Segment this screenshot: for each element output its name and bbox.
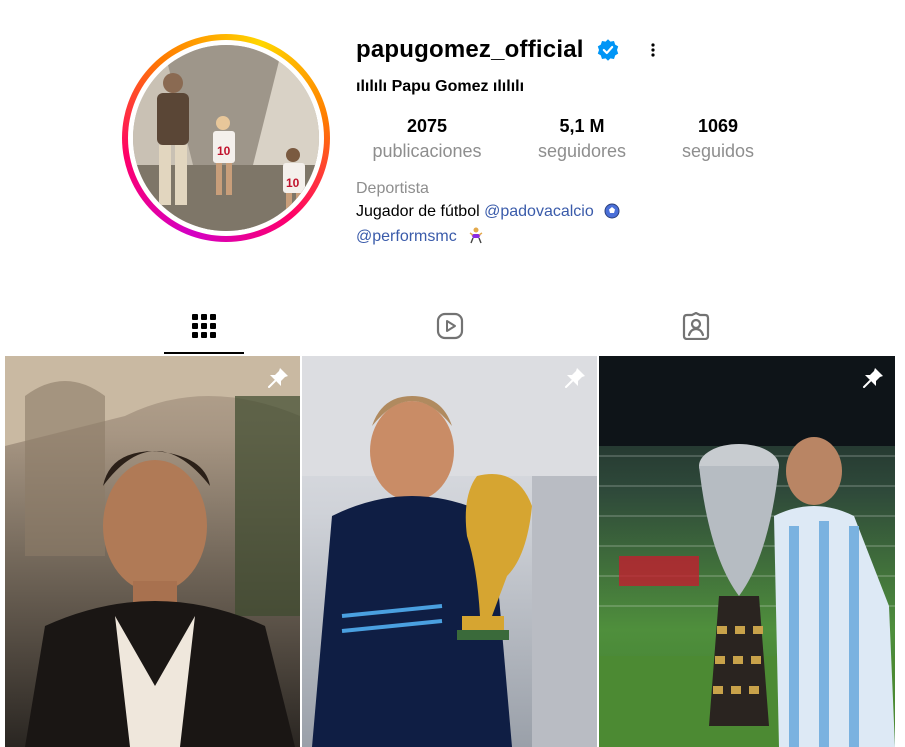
stat-following[interactable]: 1069 seguidos [676,116,760,162]
reels-icon [436,312,464,340]
grid-icon [192,314,216,338]
dancer-icon [469,227,483,244]
post-tile-1[interactable] [5,356,300,747]
tab-reels[interactable] [430,308,470,344]
stat-following-value: 1069 [697,116,739,136]
post-tile-2[interactable] [302,356,597,747]
stat-followers[interactable]: 5,1 M seguidores [530,116,634,162]
bio-line-1: Jugador de fútbol @padovacalcio [356,203,620,221]
stat-posts-value: 2075 [406,116,448,136]
stat-following-label: seguidos [681,141,755,161]
more-dots-icon [651,43,655,57]
post-3-image [599,356,895,747]
mention-performsmc-link[interactable]: @performsmc [356,228,457,245]
tab-tagged[interactable] [676,308,716,344]
bio-text: Jugador de fútbol [356,203,480,220]
display-name: ılılılı Papu Gomez ılılılı [356,78,525,95]
soccer-ball-icon [604,203,620,219]
mention-padovacalcio-link[interactable]: @padovacalcio [484,203,594,220]
post-2-image [302,356,597,747]
pin-icon [268,368,288,388]
stat-followers-label: seguidores [537,141,627,161]
stat-posts-label: publicaciones [372,141,482,161]
verified-badge-icon [597,39,619,61]
pin-icon [565,368,585,388]
avatar-photo: 10 10 [133,45,319,231]
pin-icon [863,368,883,388]
stat-posts: 2075 publicaciones [366,116,488,162]
profile-category: Deportista [356,180,429,197]
post-1-image [5,356,300,747]
profile-avatar[interactable]: 10 10 [122,34,330,242]
more-options-button[interactable] [644,38,662,62]
stat-followers-value: 5,1 M [559,116,605,136]
post-tile-3[interactable] [599,356,895,747]
active-tab-indicator [164,352,244,354]
profile-page: 10 10 papugomez_official ılılılı Papu Go… [0,0,905,747]
svg-text:10: 10 [286,176,300,190]
username: papugomez_official [356,36,584,63]
tagged-icon [682,312,710,340]
tab-posts[interactable] [184,308,224,344]
bio-line-2: @performsmc [356,226,485,246]
svg-text:10: 10 [217,144,231,158]
